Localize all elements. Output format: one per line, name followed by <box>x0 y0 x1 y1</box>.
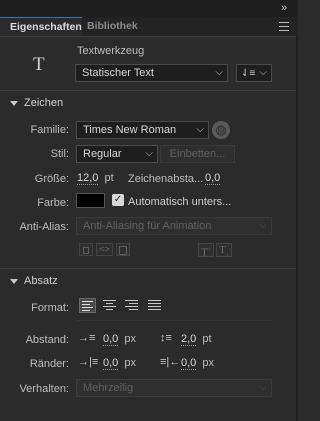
align-justify-button[interactable] <box>147 299 162 312</box>
auto-kerning-checkbox[interactable]: ✓ <box>112 194 124 206</box>
font-family-value: Times New Roman <box>83 124 177 136</box>
indent-icon: →≡ <box>78 332 96 344</box>
anti-alias-dropdown[interactable]: Anti-Aliasing für Animation ⌵ <box>76 217 272 235</box>
text-type-dropdown[interactable]: Statischer Text ⌵ <box>75 64 228 82</box>
indent-field[interactable]: 0,0 px <box>103 333 136 346</box>
raender-label: Ränder: <box>29 358 69 370</box>
font-size-value: 12,0 <box>77 172 99 185</box>
font-family-dropdown[interactable]: Times New Roman ⌵ <box>76 121 209 139</box>
align-right-button[interactable] <box>124 299 139 312</box>
left-margin-field[interactable]: 0,0 px <box>103 357 136 370</box>
font-style-value: Regular <box>83 148 122 160</box>
indent-value: 0,0 <box>103 333 119 346</box>
einbetten-label: Einbetten... <box>169 148 226 160</box>
globe-icon[interactable]: ◍ <box>212 121 230 139</box>
render-html-button[interactable]: <> <box>96 243 113 256</box>
expand-triangle-icon <box>10 278 18 284</box>
anti-alias-value: Anti-Aliasing für Animation <box>83 220 212 232</box>
indent-unit: px <box>124 333 136 345</box>
right-margin-field[interactable]: 0,0 px <box>181 357 214 370</box>
line-spacing-unit: pt <box>202 333 212 345</box>
collapse-panel-icon[interactable]: » <box>281 2 287 14</box>
hamburger-menu-icon[interactable] <box>279 22 289 31</box>
panel-tab-bar: Eigenschaften Bibliothek <box>0 17 298 37</box>
font-size-field[interactable]: 12,0 pt <box>77 172 114 185</box>
font-style-dropdown[interactable]: Regular ⌵ <box>76 145 158 163</box>
superscript-mark: ↑ <box>207 247 211 253</box>
expand-triangle-icon <box>10 100 18 106</box>
align-center-button[interactable] <box>102 299 117 312</box>
text-color-swatch[interactable] <box>76 193 105 208</box>
chevron-down-icon: ⌵ <box>145 148 153 159</box>
section-zeichen-header[interactable]: Zeichen <box>10 97 63 109</box>
align-justify-icon <box>147 300 162 310</box>
border-box-icon <box>119 246 127 255</box>
anti-alias-label: Anti-Alias: <box>19 221 69 233</box>
groesse-label: Größe: <box>34 173 69 185</box>
familie-label: Familie: <box>30 124 69 136</box>
section-absatz-title: Absatz <box>24 275 58 287</box>
section-absatz-header[interactable]: Absatz <box>10 275 58 287</box>
align-center-icon <box>102 300 117 310</box>
format-label: Format: <box>31 302 69 314</box>
divider <box>0 90 298 91</box>
chevron-down-icon: ⌵ <box>259 382 267 393</box>
chevron-down-icon: ⌵ <box>259 220 267 231</box>
einbetten-button[interactable]: Einbetten... <box>160 145 235 163</box>
right-margin-icon: ≡|← <box>160 356 181 368</box>
border-text-button[interactable] <box>116 243 130 256</box>
text-tool-icon: T <box>33 54 45 75</box>
chevron-down-icon: ⌵ <box>259 67 267 78</box>
behavior-dropdown[interactable]: Mehrzeilig ⌵ <box>76 379 272 397</box>
farbe-label: Farbe: <box>37 197 69 209</box>
stil-label: Stil: <box>50 148 69 160</box>
section-zeichen-title: Zeichen <box>24 97 64 109</box>
zeichenabstand-label: Zeichenabsta... <box>128 173 204 185</box>
left-margin-value: 0,0 <box>103 357 119 370</box>
superscript-icon: T <box>201 246 208 259</box>
letter-spacing-value[interactable]: 0,0 <box>205 172 221 185</box>
panel-top-strip <box>0 0 298 17</box>
auto-kerning-label: Automatisch unters... <box>128 196 232 208</box>
align-left-icon <box>80 301 95 311</box>
text-direction-icon: ⇃≡ <box>241 68 256 79</box>
subscript-mark: ↓ <box>225 252 229 259</box>
align-right-icon <box>124 300 139 310</box>
tab-bibliothek[interactable]: Bibliothek <box>87 17 157 36</box>
left-margin-unit: px <box>124 357 136 369</box>
text-type-value: Statischer Text <box>82 67 154 79</box>
chevron-down-icon: ⌵ <box>196 124 204 135</box>
subscript-button[interactable]: T↓ <box>216 243 232 259</box>
panel-right-edge <box>296 36 298 421</box>
align-left-button[interactable] <box>79 298 96 313</box>
line-spacing-field[interactable]: 2,0 pt <box>181 333 212 346</box>
font-size-unit: pt <box>104 172 114 184</box>
left-margin-icon: →|≡ <box>78 356 99 368</box>
line-spacing-icon: ↕≡ <box>160 332 172 344</box>
superscript-button[interactable]: T↑ <box>198 243 214 259</box>
subscript-icon: T <box>219 244 226 256</box>
verhalten-label: Verhalten: <box>19 383 69 395</box>
behavior-value: Mehrzeilig <box>83 382 134 394</box>
divider <box>0 268 298 269</box>
chevron-down-icon: ⌵ <box>215 67 223 78</box>
tab-eigenschaften[interactable]: Eigenschaften <box>0 17 82 36</box>
line-spacing-value: 2,0 <box>181 333 197 346</box>
abstand-label: Abstand: <box>25 334 69 346</box>
right-margin-unit: px <box>202 357 214 369</box>
text-direction-dropdown[interactable]: ⇃≡ ⌵ <box>236 64 272 82</box>
selectable-text-icon <box>83 247 89 254</box>
right-margin-value: 0,0 <box>181 357 197 370</box>
tool-title: Textwerkzeug <box>77 45 145 57</box>
code-brackets-icon: <> <box>99 244 110 254</box>
divider <box>76 320 272 321</box>
selectable-text-button[interactable] <box>79 243 93 256</box>
